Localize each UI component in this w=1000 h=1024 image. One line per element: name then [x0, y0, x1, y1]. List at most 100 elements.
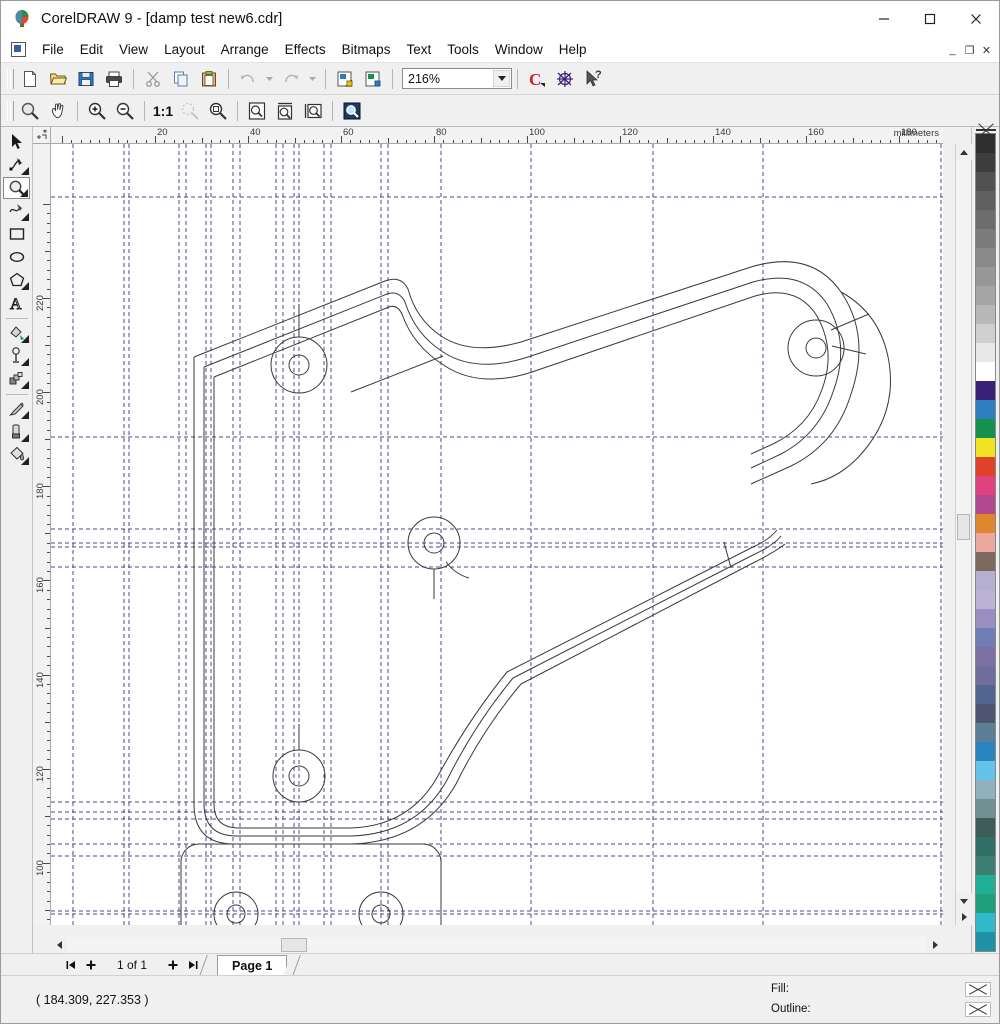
outline-path[interactable] [350, 529, 778, 829]
redo-dropdown-icon[interactable] [306, 66, 319, 92]
outline-path[interactable] [830, 313, 870, 331]
color-swatch[interactable] [976, 932, 995, 951]
pick-tool[interactable] [3, 131, 30, 153]
freehand-tool[interactable] [3, 200, 30, 222]
paint-bucket-tool[interactable] [3, 444, 30, 466]
eyedropper-tool[interactable] [3, 345, 30, 367]
export-icon[interactable] [360, 66, 386, 92]
cut-scissors-icon[interactable] [140, 66, 166, 92]
undo-dropdown-icon[interactable] [263, 66, 276, 92]
fill-none-icon[interactable] [965, 981, 991, 997]
first-page-button[interactable] [61, 956, 81, 974]
menu-item-window[interactable]: Window [487, 39, 551, 60]
zoom-to-page-width-icon[interactable] [272, 98, 298, 124]
color-swatch[interactable] [976, 533, 995, 552]
minimize-button[interactable] [861, 1, 907, 37]
mdi-minimize-button[interactable]: _ [944, 42, 961, 59]
color-swatch[interactable] [976, 172, 995, 191]
ellipse-tool[interactable] [3, 246, 30, 268]
corel-online-icon[interactable] [552, 66, 578, 92]
technical-drawing[interactable] [51, 144, 943, 925]
scroll-down-button[interactable] [956, 893, 972, 909]
menu-item-effects[interactable]: Effects [277, 39, 334, 60]
vertical-scroll-thumb[interactable] [957, 514, 970, 540]
interactive-fill-tool[interactable] [3, 322, 30, 344]
zoom-out-icon[interactable] [112, 98, 138, 124]
color-swatch[interactable] [976, 286, 995, 305]
zoom-to-page-icon[interactable] [244, 98, 270, 124]
color-swatch[interactable] [976, 913, 995, 932]
no-color-swatch[interactable] [975, 129, 996, 131]
print-icon[interactable] [101, 66, 127, 92]
color-swatch[interactable] [976, 628, 995, 647]
color-swatch[interactable] [976, 495, 995, 514]
page-tab-page-1[interactable]: Page 1 [217, 954, 288, 976]
hole-circle[interactable] [213, 891, 259, 925]
color-palette[interactable] [971, 127, 999, 953]
canvas[interactable] [51, 144, 943, 925]
color-swatch[interactable] [976, 647, 995, 666]
color-swatch[interactable] [976, 381, 995, 400]
zoom-selected-only-icon[interactable] [339, 98, 365, 124]
color-swatch[interactable] [976, 362, 995, 381]
color-swatch[interactable] [976, 305, 995, 324]
menu-item-layout[interactable]: Layout [156, 39, 213, 60]
outline-none-icon[interactable] [965, 1001, 991, 1017]
color-swatch[interactable] [976, 457, 995, 476]
color-swatch[interactable] [976, 476, 995, 495]
zoom-to-selection-icon[interactable] [177, 98, 203, 124]
hole-circle[interactable] [805, 337, 827, 359]
color-swatch[interactable] [976, 191, 995, 210]
outline-path[interactable] [193, 357, 351, 845]
color-swatch[interactable] [976, 438, 995, 457]
scroll-right-button[interactable] [927, 937, 943, 953]
color-swatch[interactable] [976, 723, 995, 742]
toolbar-grip[interactable] [6, 68, 14, 90]
color-swatch[interactable] [976, 685, 995, 704]
menu-item-arrange[interactable]: Arrange [213, 39, 277, 60]
chevron-down-icon[interactable] [493, 70, 510, 87]
paste-clipboard-icon[interactable] [196, 66, 222, 92]
flyout-arrow-icon[interactable] [21, 434, 29, 442]
flyout-arrow-icon[interactable] [21, 213, 29, 221]
menu-item-view[interactable]: View [111, 39, 156, 60]
color-swatch[interactable] [976, 248, 995, 267]
color-swatch[interactable] [976, 153, 995, 172]
flyout-arrow-icon[interactable] [21, 282, 29, 290]
shape-tool[interactable] [3, 154, 30, 176]
horizontal-ruler[interactable]: 20 40 60 80 100 120 140 160 180 millimeters [51, 127, 943, 144]
import-icon[interactable] [332, 66, 358, 92]
color-swatch[interactable] [976, 590, 995, 609]
scroll-left-button[interactable] [51, 937, 67, 953]
horizontal-scroll-thumb[interactable] [281, 938, 307, 952]
outline-path[interactable] [203, 277, 842, 469]
color-swatch[interactable] [976, 837, 995, 856]
color-swatch[interactable] [976, 419, 995, 438]
text-tool[interactable]: A [3, 292, 30, 314]
color-swatch[interactable] [976, 818, 995, 837]
color-swatch[interactable] [976, 552, 995, 571]
zoom-actual-size-icon[interactable]: 1:1 [151, 98, 175, 124]
whats-this-help-icon[interactable]: ? [580, 66, 606, 92]
flyout-arrow-icon[interactable] [21, 457, 29, 465]
zoom-in-icon[interactable] [84, 98, 110, 124]
interactive-blend-tool[interactable] [3, 368, 30, 390]
color-swatch[interactable] [976, 799, 995, 818]
menu-item-bitmaps[interactable]: Bitmaps [334, 39, 399, 60]
mdi-restore-button[interactable]: ❐ [961, 42, 978, 59]
color-swatch[interactable] [976, 210, 995, 229]
polygon-tool[interactable] [3, 269, 30, 291]
add-page-before-button[interactable] [81, 956, 101, 974]
zoom-to-all-objects-icon[interactable] [205, 98, 231, 124]
flyout-arrow-icon[interactable] [21, 358, 29, 366]
menu-item-tools[interactable]: Tools [439, 39, 487, 60]
color-swatch[interactable] [976, 894, 995, 913]
rectangle-tool[interactable] [3, 223, 30, 245]
color-swatch[interactable] [976, 780, 995, 799]
color-swatch[interactable] [976, 856, 995, 875]
color-swatch[interactable] [976, 400, 995, 419]
mdi-close-button[interactable]: ✕ [978, 42, 995, 59]
color-swatch[interactable] [976, 343, 995, 362]
copy-icon[interactable] [168, 66, 194, 92]
open-folder-icon[interactable] [45, 66, 71, 92]
